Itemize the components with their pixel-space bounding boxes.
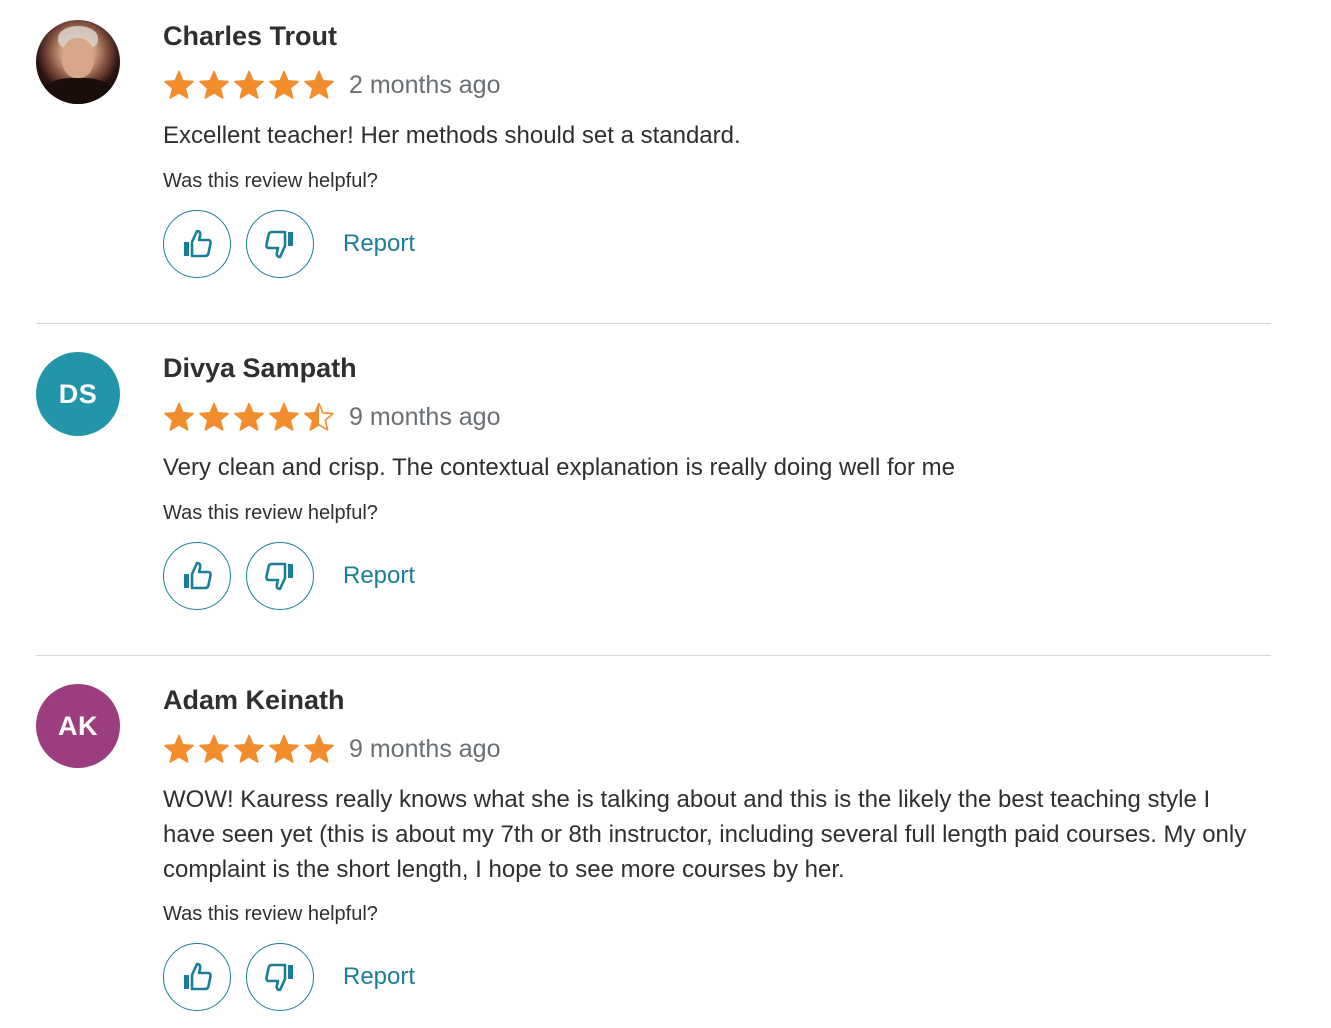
reviewer-name: Divya Sampath [163, 353, 357, 383]
star-icon [304, 734, 334, 763]
helpful-prompt: Was this review helpful? [163, 502, 378, 524]
rating-row: 9 months ago [163, 730, 501, 768]
reviewer-name: Charles Trout [163, 21, 338, 51]
review-text: WOW! Kauress really knows what she is ta… [163, 786, 1247, 883]
review-actions: Report [163, 210, 415, 278]
star-rating [163, 733, 335, 765]
review-actions: Report [163, 542, 415, 610]
star-icon [164, 70, 194, 99]
star-icon [234, 734, 264, 763]
star-rating [163, 401, 335, 433]
review-time: 2 months ago [349, 70, 501, 99]
review-actions: Report [163, 943, 415, 1011]
thumbs-up-button[interactable] [163, 943, 231, 1011]
thumbs-up-button[interactable] [163, 542, 231, 610]
thumbs-down-icon [265, 562, 293, 591]
avatar-initials: AK [58, 710, 98, 741]
avatar [36, 20, 120, 104]
report-link[interactable]: Report [343, 230, 415, 258]
thumbs-up-icon [184, 561, 212, 590]
divider [36, 323, 1271, 324]
star-icon [269, 402, 299, 431]
star-icon [164, 402, 194, 431]
star-icon [234, 70, 264, 99]
thumbs-down-icon [265, 230, 293, 259]
star-icon [304, 402, 334, 431]
star-rating [163, 69, 335, 101]
review-time: 9 months ago [349, 402, 501, 431]
reviewer-name: Adam Keinath [163, 685, 345, 715]
star-icon [164, 734, 194, 763]
star-icon [304, 70, 334, 99]
helpful-prompt: Was this review helpful? [163, 170, 378, 192]
rating-row: 2 months ago [163, 66, 501, 104]
star-icon [234, 402, 264, 431]
star-icon [269, 70, 299, 99]
report-link[interactable]: Report [343, 963, 415, 991]
divider [36, 655, 1271, 656]
thumbs-down-button[interactable] [246, 542, 314, 610]
avatar-initials: DS [58, 378, 98, 409]
review-time: 9 months ago [349, 734, 501, 763]
report-link[interactable]: Report [343, 562, 415, 590]
avatar: DS [36, 352, 120, 436]
star-icon [199, 402, 229, 431]
rating-row: 9 months ago [163, 398, 501, 436]
review-text: Very clean and crisp. The contextual exp… [163, 454, 955, 481]
thumbs-down-button[interactable] [246, 210, 314, 278]
thumbs-up-button[interactable] [163, 210, 231, 278]
thumbs-down-button[interactable] [246, 943, 314, 1011]
star-icon [199, 734, 229, 763]
helpful-prompt: Was this review helpful? [163, 903, 378, 925]
avatar: AK [36, 684, 120, 768]
thumbs-down-icon [265, 963, 293, 992]
star-icon [269, 734, 299, 763]
thumbs-up-icon [184, 962, 212, 991]
thumbs-up-icon [184, 229, 212, 258]
star-icon [199, 70, 229, 99]
review-text: Excellent teacher! Her methods should se… [163, 122, 741, 149]
